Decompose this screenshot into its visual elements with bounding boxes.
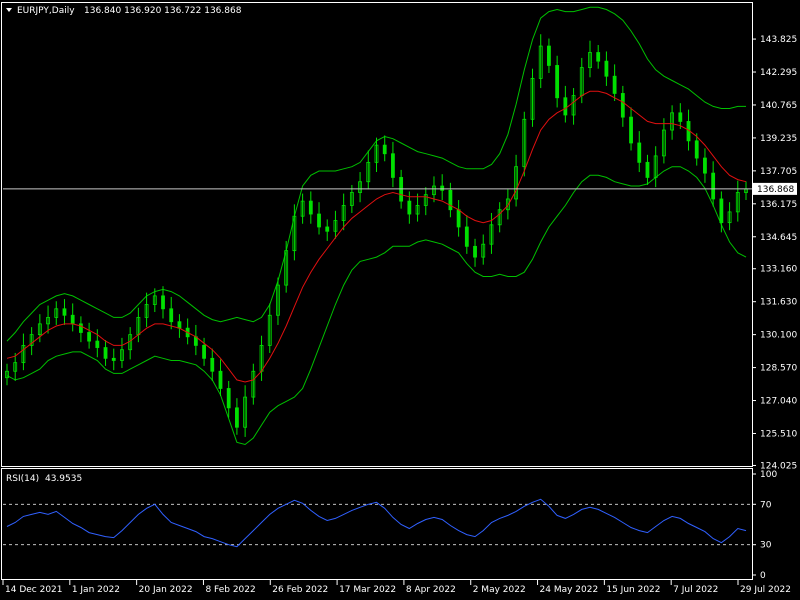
candle-body	[703, 157, 707, 174]
current-price-label: 136.868	[753, 182, 797, 195]
rsi-tick-label: 30	[760, 541, 772, 551]
candle-body	[719, 198, 724, 224]
price-tick-label: 134.645	[760, 233, 797, 243]
price-tick-label: 140.765	[760, 101, 797, 111]
price-tick-label: 137.705	[760, 167, 797, 177]
candle-body	[87, 332, 92, 342]
candle-body	[70, 314, 75, 325]
time-tick-label: 29 Jul 2022	[740, 585, 791, 595]
current-price-label-text: 136.868	[757, 185, 794, 195]
candle-body	[308, 200, 313, 215]
time-tick-label: 26 Feb 2022	[272, 585, 328, 595]
time-tick-label: 14 Dec 2021	[5, 585, 63, 595]
time-tick-label: 7 Jul 2022	[673, 585, 718, 595]
rsi-readout: 43.9535	[45, 474, 82, 484]
time-tick-label: 17 Mar 2022	[339, 585, 396, 595]
eurjpy-daily-chart[interactable]: 143.825 142.295 140.765 139.235 137.705 136.1…	[0, 0, 800, 600]
candle-body	[620, 93, 625, 118]
candle-body	[79, 323, 83, 333]
candle-body	[448, 189, 453, 211]
candle-body	[111, 357, 116, 361]
candle-body	[62, 308, 67, 316]
price-tick-label: 142.295	[760, 68, 797, 78]
candle-body	[563, 97, 568, 116]
price-tick-label: 128.570	[760, 364, 797, 374]
price-tick-label: 127.040	[760, 397, 797, 407]
chart-ohlc: 136.840 136.920 136.722 136.868	[84, 6, 242, 16]
time-tick-label: 2 May 2022	[473, 585, 526, 595]
candle-body	[694, 140, 699, 159]
candle-body	[169, 308, 174, 323]
price-tick-label: 131.630	[760, 298, 797, 308]
time-tick-label: 8 Apr 2022	[406, 585, 456, 595]
price-tick-label: 139.235	[760, 134, 797, 144]
candle-body	[612, 75, 617, 94]
price-tick-label: 133.160	[760, 265, 797, 275]
price-tick-label: 125.510	[760, 429, 797, 439]
candle-body	[202, 345, 206, 359]
time-tick-label: 24 May 2022	[540, 585, 599, 595]
candle-body	[547, 45, 551, 66]
candle-body	[95, 340, 100, 348]
candle-body	[103, 347, 108, 359]
time-tick-label: 1 Jan 2022	[72, 585, 120, 595]
candle-body	[407, 200, 412, 215]
candle-body	[210, 357, 215, 372]
candle-body	[177, 321, 182, 329]
chart-background	[0, 0, 800, 600]
price-tick-label: 143.825	[760, 35, 797, 45]
candle-body	[473, 245, 477, 258]
candle-body	[678, 112, 683, 122]
candle-body	[218, 370, 223, 389]
candle-body	[235, 407, 239, 428]
chart-symbol: EURJPY,Daily	[17, 6, 75, 16]
candle-body	[440, 185, 445, 191]
candle-body	[317, 213, 321, 228]
candle-body	[711, 172, 716, 200]
rsi-tick-label: 100	[760, 470, 777, 480]
time-tick-label: 8 Feb 2022	[205, 585, 255, 595]
candle-body	[604, 60, 609, 77]
rsi-tick-label: 0	[760, 571, 766, 581]
price-tick-label: 136.175	[760, 200, 797, 210]
candle-body	[382, 144, 387, 155]
rsi-name: RSI(14)	[6, 474, 39, 484]
candle-body	[555, 65, 560, 99]
candle-body	[629, 116, 633, 144]
rsi-tick-label: 70	[760, 500, 772, 510]
rsi-title: RSI(14) 43.9535	[6, 474, 82, 484]
candle-body	[391, 153, 395, 178]
candle-body	[161, 295, 165, 310]
time-tick-label: 20 Jan 2022	[139, 585, 193, 595]
candle-body	[325, 226, 330, 232]
candle-body	[596, 52, 601, 62]
candle-body	[637, 142, 642, 163]
candle-body	[464, 226, 469, 247]
time-tick-label: 15 Jun 2022	[606, 585, 660, 595]
price-tick-label: 130.100	[760, 331, 797, 341]
candle-body	[645, 161, 650, 178]
candle-body	[226, 388, 231, 409]
candle-body	[456, 209, 461, 228]
